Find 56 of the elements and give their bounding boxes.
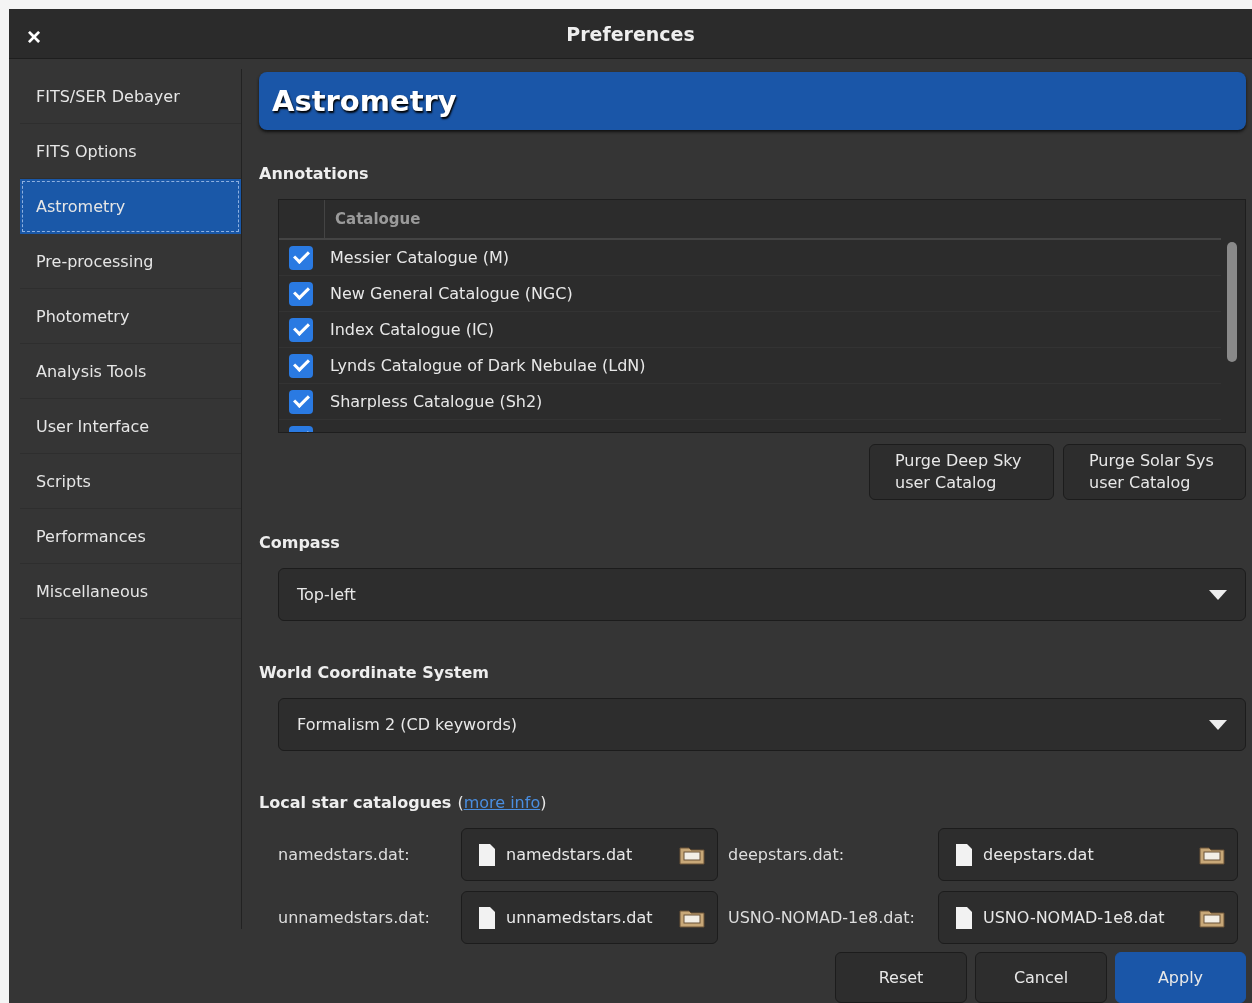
catalogue-name: Messier Catalogue (M) [330,248,510,267]
section-heading: Compass [259,533,341,552]
compass-dropdown[interactable]: Top-left [278,568,1246,621]
purge-button[interactable]: Purge Solar Sys user Catalog [1063,444,1246,500]
purge-button[interactable]: Purge Deep Sky user Catalog [869,444,1054,500]
dropdown-caret-icon [1209,589,1227,600]
file-label: USNO-NOMAD-1e8.dat: [727,908,916,927]
window-title: Preferences [566,22,695,45]
file-icon [478,842,496,867]
sidebar-item[interactable]: Astrometry [20,179,241,234]
catalogue-name: Sharpless Catalogue (Sh2) [330,392,543,411]
primary-button[interactable]: Apply [1115,952,1246,1003]
checkbox[interactable] [289,353,313,378]
sidebar-item[interactable]: Miscellaneous [20,564,241,619]
section-heading: World Coordinate System [259,663,490,682]
wcs-dropdown[interactable]: Formalism 2 (CD keywords) [278,698,1246,751]
folder-icon[interactable] [1199,907,1225,928]
file-icon [955,905,973,930]
sidebar-item[interactable]: User Interface [20,399,241,454]
file-chooser[interactable]: deepstars.dat [938,828,1238,881]
close-button[interactable]: × [23,25,45,49]
file-chooser[interactable]: unnamedstars.dat [461,891,718,944]
section-heading: Local star catalogues [259,793,452,812]
dialog-button[interactable]: Cancel [975,952,1107,1003]
dropdown-caret-icon [1209,719,1227,730]
catalogue-name: New General Catalogue (NGC) [330,284,573,303]
column-header: Catalogue [334,209,421,230]
file-chooser[interactable]: namedstars.dat [461,828,718,881]
checkbox[interactable] [289,389,313,414]
folder-icon[interactable] [1199,844,1225,865]
dialog-button[interactable]: Reset [835,952,967,1003]
file-icon [955,842,973,867]
parenthesis: ) [540,793,547,812]
sidebar-item[interactable]: Performances [20,509,241,564]
parenthesis: ( [457,793,464,812]
sidebar-item[interactable]: FITS/SER Debayer [20,69,241,124]
checkbox[interactable] [289,245,313,270]
sidebar-item[interactable]: Scripts [20,454,241,509]
section-heading: Annotations [259,164,370,183]
catalogue-name: Lynds Catalogue of Dark Nebulae (LdN) [330,356,646,375]
more-info-link[interactable]: more info [463,793,541,812]
sidebar-item[interactable]: Pre-processing [20,234,241,289]
sidebar-item[interactable]: Analysis Tools [20,344,241,399]
folder-icon[interactable] [679,907,705,928]
page-title-banner: Astrometry [259,72,1246,130]
checkbox[interactable] [289,281,313,306]
scrollbar[interactable] [1227,242,1237,362]
checkbox[interactable] [289,317,313,342]
file-label: namedstars.dat: [278,845,411,864]
file-icon [478,905,496,930]
file-label: deepstars.dat: [727,845,846,864]
catalogue-name: Index Catalogue (IC) [330,320,495,339]
folder-icon[interactable] [679,844,705,865]
sidebar-item[interactable]: Photometry [20,289,241,344]
file-chooser[interactable]: USNO-NOMAD-1e8.dat [938,891,1238,944]
file-label: unnamedstars.dat: [278,908,431,927]
